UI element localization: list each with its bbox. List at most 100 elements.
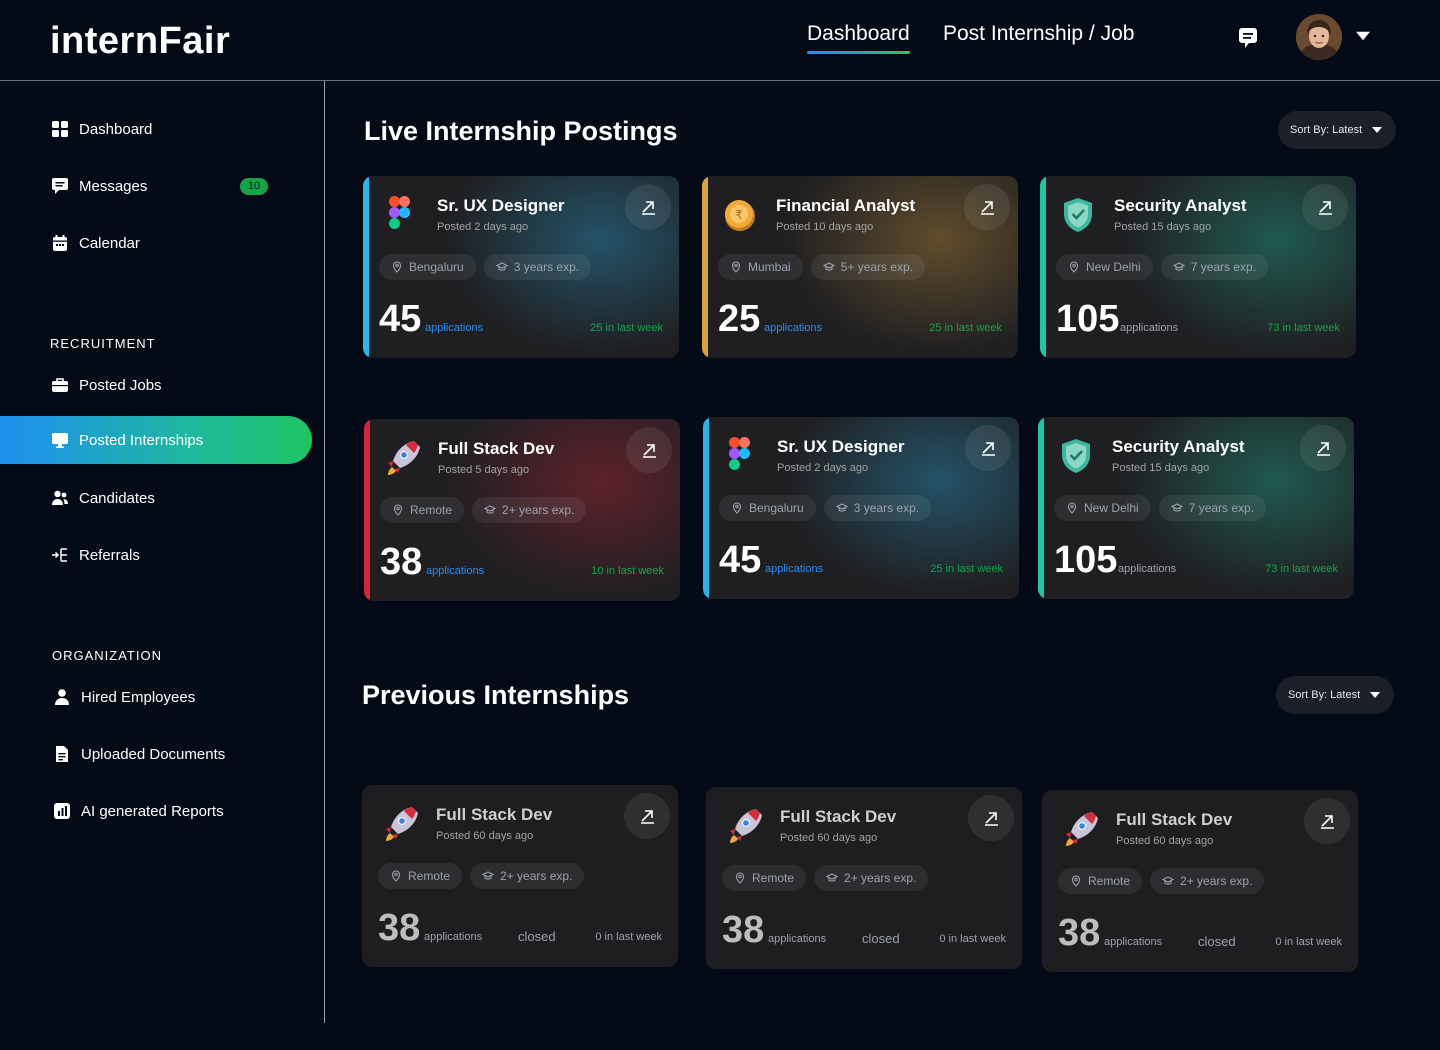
open-posting-button[interactable] [625, 184, 671, 230]
card-title[interactable]: Sr. UX Designer [777, 437, 905, 457]
experience-chip: 5+ years exp. [810, 254, 926, 280]
internship-card[interactable]: Sr. UX Designer Posted 2 days ago Bengalu… [363, 176, 679, 358]
location-chip: Mumbai [718, 254, 803, 280]
card-title[interactable]: Full Stack Dev [438, 439, 554, 459]
internship-card[interactable]: Financial Analyst Posted 10 days ago Mumb… [702, 176, 1018, 358]
location-label: Remote [752, 871, 795, 885]
graduation-cap-icon [1171, 503, 1183, 512]
sidebar-item-posted-internships[interactable]: Posted Internships [0, 416, 312, 464]
location-pin-icon [1069, 261, 1079, 273]
weekly-applications: 25 in last week [929, 322, 1002, 334]
open-posting-button[interactable] [1304, 798, 1350, 844]
applications-count: 105 [1056, 298, 1120, 340]
user-avatar[interactable] [1296, 14, 1342, 60]
open-posting-button[interactable] [1300, 425, 1346, 471]
experience-label: 2+ years exp. [500, 869, 573, 883]
graduation-cap-icon [836, 503, 848, 512]
applications-count: 38 [722, 909, 765, 951]
location-pin-icon [1067, 502, 1077, 514]
experience-label: 7 years exp. [1190, 260, 1257, 274]
live-sort-dropdown[interactable]: Sort By: Latest [1278, 111, 1396, 149]
location-pin-icon [391, 870, 401, 882]
internship-card[interactable]: Sr. UX Designer Posted 2 days ago Bengalu… [703, 417, 1019, 599]
rocket-icon [385, 806, 418, 842]
app-logo[interactable]: internFair [50, 20, 230, 63]
previous-sort-dropdown[interactable]: Sort By: Latest [1276, 676, 1394, 714]
referral-icon [52, 548, 67, 562]
status-closed-label: closed [862, 931, 900, 946]
card-posted-date: Posted 15 days ago [1114, 221, 1212, 233]
card-title[interactable]: Financial Analyst [776, 196, 915, 216]
internship-card[interactable]: Full Stack Dev Posted 60 days ago Remote … [362, 785, 678, 967]
card-accent-stripe [364, 419, 370, 601]
open-posting-button[interactable] [624, 793, 670, 839]
sidebar: Dashboard Messages 10 Calendar RECRUITME… [0, 81, 325, 1023]
arrow-up-right-icon [640, 810, 655, 824]
location-chip: Bengaluru [379, 254, 476, 280]
open-posting-button[interactable] [626, 427, 672, 473]
card-tags: Remote 2+ years exp. [378, 863, 585, 889]
card-posted-date: Posted 15 days ago [1112, 462, 1210, 474]
chevron-down-icon[interactable] [1356, 31, 1370, 41]
experience-label: 3 years exp. [513, 260, 580, 274]
card-title[interactable]: Full Stack Dev [1116, 810, 1232, 830]
card-title[interactable]: Security Analyst [1112, 437, 1245, 457]
sidebar-item-ai-reports[interactable]: AI generated Reports [0, 787, 312, 835]
sidebar-item-candidates[interactable]: Candidates [0, 474, 312, 522]
weekly-applications: 73 in last week [1265, 563, 1338, 575]
arrow-up-right-icon [641, 201, 656, 215]
location-label: Remote [408, 869, 451, 883]
sidebar-item-calendar[interactable]: Calendar [0, 219, 312, 267]
monitor-icon [52, 433, 68, 448]
sidebar-item-hired-employees[interactable]: Hired Employees [0, 673, 312, 721]
weekly-applications: 0 in last week [1275, 936, 1342, 948]
arrow-up-right-icon [1320, 815, 1335, 829]
rocket-icon [387, 440, 420, 476]
internship-card[interactable]: Full Stack Dev Posted 60 days ago Remote … [1042, 790, 1358, 972]
open-posting-button[interactable] [965, 425, 1011, 471]
applications-count: 45 [379, 298, 422, 340]
location-pin-icon [392, 261, 402, 273]
weekly-applications: 73 in last week [1267, 322, 1340, 334]
sort-label: Sort By: Latest [1290, 124, 1363, 136]
location-pin-icon [1071, 875, 1081, 887]
tab-dashboard[interactable]: Dashboard [807, 22, 910, 54]
sidebar-item-posted-jobs[interactable]: Posted Jobs [0, 361, 312, 409]
internship-card[interactable]: Full Stack Dev Posted 60 days ago Remote … [706, 787, 1022, 969]
sidebar-item-uploaded-documents[interactable]: Uploaded Documents [0, 730, 312, 778]
experience-label: 3 years exp. [853, 501, 920, 515]
internship-card[interactable]: Security Analyst Posted 15 days ago New D… [1038, 417, 1354, 599]
tab-post-internship-job[interactable]: Post Internship / Job [943, 22, 1134, 46]
card-title[interactable]: Security Analyst [1114, 196, 1247, 216]
weekly-applications: 0 in last week [595, 931, 662, 943]
applications-count: 38 [380, 541, 423, 583]
sidebar-item-messages[interactable]: Messages 10 [0, 162, 312, 210]
card-title[interactable]: Full Stack Dev [780, 807, 896, 827]
open-posting-button[interactable] [1302, 184, 1348, 230]
chevron-down-icon [1370, 692, 1381, 698]
arrow-up-right-icon [984, 812, 999, 826]
applications-count: 38 [378, 907, 421, 949]
open-posting-button[interactable] [968, 795, 1014, 841]
experience-label: 5+ years exp. [840, 260, 914, 274]
sidebar-item-dashboard[interactable]: Dashboard [0, 105, 312, 153]
card-tags: New Delhi 7 years exp. [1056, 254, 1269, 280]
card-posted-date: Posted 60 days ago [1116, 835, 1214, 847]
sort-label: Sort By: Latest [1288, 689, 1361, 701]
card-title[interactable]: Full Stack Dev [436, 805, 552, 825]
open-posting-button[interactable] [964, 184, 1010, 230]
card-tags: Bengaluru 3 years exp. [379, 254, 592, 280]
live-postings-title: Live Internship Postings [364, 116, 678, 146]
card-accent-stripe [1040, 176, 1046, 358]
card-tags: Remote 2+ years exp. [380, 497, 587, 523]
internship-card[interactable]: Security Analyst Posted 15 days ago New D… [1040, 176, 1356, 358]
experience-chip: 3 years exp. [483, 254, 592, 280]
chat-icon[interactable] [1236, 26, 1260, 50]
figma-icon [389, 196, 410, 229]
card-title[interactable]: Sr. UX Designer [437, 196, 565, 216]
rocket-icon [729, 808, 762, 844]
internship-card[interactable]: Full Stack Dev Posted 5 days ago Remote 2… [364, 419, 680, 601]
applications-count: 45 [719, 539, 762, 581]
sidebar-item-referrals[interactable]: Referrals [0, 531, 312, 579]
applications-label: applications [764, 322, 823, 334]
